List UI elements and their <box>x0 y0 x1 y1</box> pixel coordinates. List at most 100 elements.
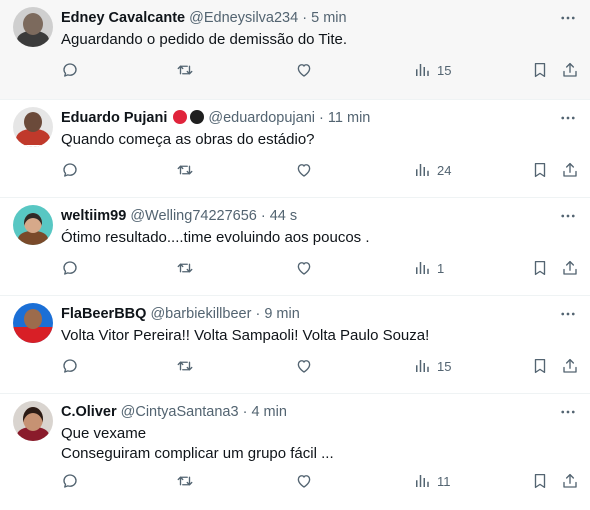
tweet-header: C.Oliver @CintyaSantana3 · 4 min <box>61 402 542 422</box>
reply-timeline: Edney Cavalcante @Edneysilva234 · 5 min … <box>0 0 590 510</box>
share-button[interactable] <box>561 58 579 82</box>
black-circle-icon <box>190 110 205 124</box>
like-heart-icon <box>297 475 311 488</box>
avatar[interactable] <box>13 303 53 343</box>
views-button[interactable]: 15 <box>413 354 451 378</box>
separator-dot: · <box>319 110 324 126</box>
more-options-icon[interactable] <box>556 108 580 128</box>
bookmark-button[interactable] <box>531 158 549 182</box>
tweet-text: Ótimo resultado....time evoluindo aos po… <box>61 228 570 248</box>
bookmark-icon <box>534 260 546 276</box>
tweet-text: Volta Vitor Pereira!! Volta Sampaoli! Vo… <box>61 326 570 346</box>
like-button[interactable] <box>295 58 313 82</box>
avatar[interactable] <box>13 7 53 47</box>
share-icon <box>563 358 577 373</box>
separator-dot: · <box>242 404 248 420</box>
retweet-button[interactable] <box>176 158 194 182</box>
author-handle[interactable]: @Edneysilva234 <box>189 10 298 26</box>
tweet-time[interactable]: 4 min <box>251 404 286 420</box>
author-handle[interactable]: @Welling74227656 <box>130 208 257 224</box>
bookmark-button[interactable] <box>531 354 549 378</box>
views-button[interactable]: 24 <box>413 158 451 182</box>
more-options-icon[interactable] <box>556 206 580 226</box>
share-button[interactable] <box>561 469 579 493</box>
tweet-item[interactable]: Edney Cavalcante @Edneysilva234 · 5 min … <box>0 0 590 100</box>
tweet-text-line: Aguardando o pedido de demissão do Tite. <box>61 31 348 48</box>
share-icon <box>563 62 577 77</box>
retweet-icon <box>177 476 193 486</box>
retweet-button[interactable] <box>176 256 194 280</box>
retweet-icon <box>177 263 193 273</box>
reply-icon <box>63 63 77 77</box>
retweet-button[interactable] <box>176 469 194 493</box>
avatar[interactable] <box>13 205 53 245</box>
share-icon <box>563 473 577 488</box>
tweet-text: Quando começa as obras do estádio? <box>61 130 570 150</box>
tweet-time[interactable]: 9 min <box>264 306 299 322</box>
like-heart-icon <box>297 360 311 373</box>
bookmark-icon <box>534 162 546 178</box>
author-name[interactable]: Eduardo Pujani <box>61 110 167 126</box>
tweet-time[interactable]: 5 min <box>311 10 346 26</box>
views-button[interactable]: 15 <box>413 58 451 82</box>
author-handle[interactable]: @barbiekillbeer <box>150 306 251 322</box>
tweet-time[interactable]: 11 min <box>328 110 370 126</box>
like-button[interactable] <box>295 158 313 182</box>
more-options-icon[interactable] <box>556 402 580 422</box>
tweet-item[interactable]: weltiim99 @Welling74227656 · 44 s Ótimo … <box>0 198 590 296</box>
tweet-actions: 1 <box>0 256 590 280</box>
views-bar-chart-icon <box>416 475 429 487</box>
retweet-icon <box>177 165 193 175</box>
reply-button[interactable] <box>61 469 79 493</box>
reply-button[interactable] <box>61 158 79 182</box>
tweet-item[interactable]: C.Oliver @CintyaSantana3 · 4 min Que vex… <box>0 394 590 510</box>
tweet-item[interactable]: Eduardo Pujani @eduardopujani · 11 min Q… <box>0 100 590 198</box>
retweet-button[interactable] <box>176 58 194 82</box>
share-button[interactable] <box>561 354 579 378</box>
avatar[interactable] <box>13 401 53 441</box>
tweet-text-line: Quando começa as obras do estádio? <box>61 131 315 148</box>
tweet-time[interactable]: 44 s <box>270 208 297 224</box>
views-bar-chart-icon <box>416 262 429 274</box>
share-button[interactable] <box>561 256 579 280</box>
author-name[interactable]: weltiim99 <box>61 208 126 224</box>
tweet-item[interactable]: FlaBeerBBQ @barbiekillbeer · 9 min Volta… <box>0 296 590 394</box>
reply-button[interactable] <box>61 354 79 378</box>
reply-button[interactable] <box>61 58 79 82</box>
like-heart-icon <box>297 164 311 177</box>
tweet-text-line: Volta Vitor Pereira!! Volta Sampaoli! Vo… <box>61 327 430 344</box>
bookmark-icon <box>534 358 546 374</box>
views-button[interactable]: 1 <box>413 256 444 280</box>
author-name[interactable]: C.Oliver <box>61 404 117 420</box>
author-name[interactable]: Edney Cavalcante <box>61 10 185 26</box>
bookmark-icon <box>534 62 546 78</box>
views-count: 15 <box>437 358 452 374</box>
share-icon <box>563 162 577 177</box>
bookmark-button[interactable] <box>531 469 549 493</box>
tweet-header: weltiim99 @Welling74227656 · 44 s <box>61 206 542 226</box>
tweet-actions: 11 <box>0 469 590 493</box>
avatar[interactable] <box>13 107 53 147</box>
retweet-button[interactable] <box>176 354 194 378</box>
bookmark-icon <box>534 473 546 489</box>
author-handle[interactable]: @CintyaSantana3 <box>121 404 239 420</box>
reply-icon <box>63 359 77 373</box>
author-handle[interactable]: @eduardopujani <box>208 110 315 126</box>
bookmark-button[interactable] <box>531 58 549 82</box>
tweet-text: Que vexame Conseguiram complicar um grup… <box>61 424 570 464</box>
reply-icon <box>63 474 77 488</box>
tweet-header: FlaBeerBBQ @barbiekillbeer · 9 min <box>61 304 542 324</box>
reply-button[interactable] <box>61 256 79 280</box>
author-name[interactable]: FlaBeerBBQ <box>61 306 146 322</box>
more-options-icon[interactable] <box>556 8 580 28</box>
like-button[interactable] <box>295 469 313 493</box>
share-button[interactable] <box>561 158 579 182</box>
like-button[interactable] <box>295 354 313 378</box>
tweet-header: Eduardo Pujani @eduardopujani · 11 min <box>61 108 542 128</box>
bookmark-button[interactable] <box>531 256 549 280</box>
views-button[interactable]: 11 <box>413 469 451 493</box>
like-button[interactable] <box>295 256 313 280</box>
views-bar-chart-icon <box>416 64 429 76</box>
more-options-icon[interactable] <box>556 304 580 324</box>
retweet-icon <box>177 361 193 371</box>
